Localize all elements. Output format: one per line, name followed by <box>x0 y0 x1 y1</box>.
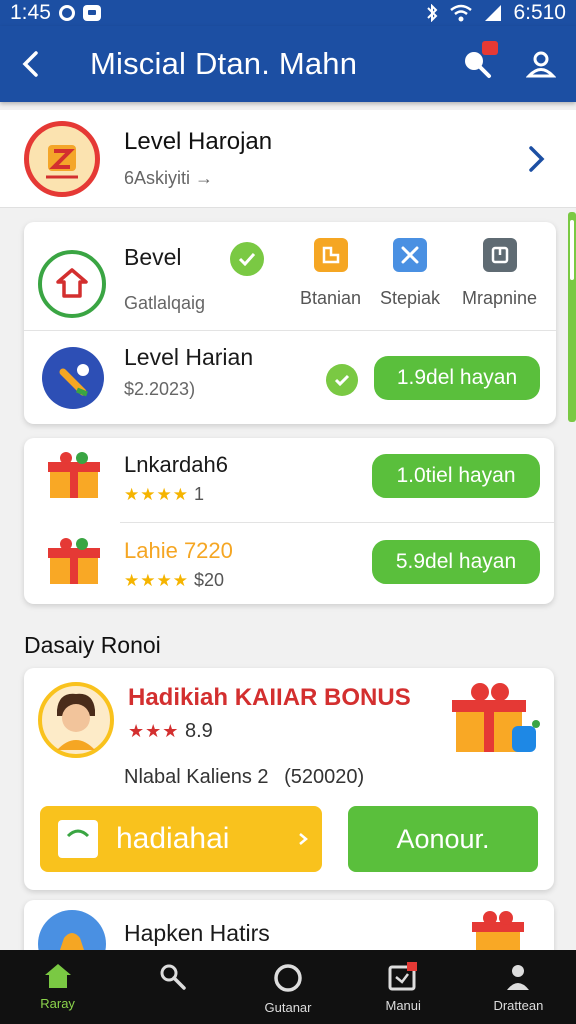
nav-item-home[interactable]: Raray <box>0 950 115 1024</box>
reward-rating: $20 <box>193 570 225 590</box>
bonus-card: Hadikiah KAIIAR BONUS ★★★ 8.9 Nlabal Kal… <box>24 668 554 890</box>
profile-button[interactable] <box>524 47 558 81</box>
back-button[interactable] <box>0 26 60 102</box>
header-title: Level Harojan <box>124 128 273 155</box>
person-icon <box>57 693 95 750</box>
bottom-navigation: Raray Gutanar Manui Drattean <box>0 950 576 1024</box>
status-right-time: 6:510 <box>513 1 566 24</box>
nav-label: Gutanar <box>264 1000 312 1015</box>
grid-icon <box>313 238 348 272</box>
sync-icon <box>58 5 75 21</box>
gift-card-icon <box>58 820 98 858</box>
avatar <box>38 682 114 758</box>
nav-item-profile[interactable]: Drattean <box>461 950 576 1024</box>
profile-icon <box>507 965 530 990</box>
announce-button[interactable]: Aonour. <box>348 806 538 872</box>
check-icon <box>230 242 264 276</box>
level-card: Bevel Gatlalqaig Btanian Stepiak Mrapnin… <box>24 222 556 424</box>
chevron-right-icon <box>299 833 308 845</box>
badge-subtitle: Gatlalqaig <box>124 293 206 313</box>
reward-title: Hapken Hatirs <box>124 920 270 946</box>
search-icon <box>160 964 186 990</box>
reward-rating: 1 <box>193 484 204 504</box>
message-icon <box>82 5 101 21</box>
claim-reward-button[interactable]: hadiahai <box>40 806 322 872</box>
nav-label: Drattean <box>493 998 544 1013</box>
tool-label: Btanian <box>300 288 362 308</box>
user-icon <box>526 51 556 78</box>
reward-list-card: Lnkardah6 ★★★★ 1 1.0tiel hayan Lahie 722… <box>24 438 554 604</box>
gift-icon <box>48 538 100 584</box>
reward-row[interactable]: Lnkardah6 ★★★★ 1 1.0tiel hayan <box>24 438 554 520</box>
house-icon <box>56 268 88 298</box>
divider <box>24 330 556 331</box>
circle-icon <box>274 964 302 992</box>
tools-icon <box>393 238 428 272</box>
chevron-right-icon <box>529 145 545 172</box>
reward-title: Lahie 7220 <box>124 538 233 563</box>
signal-icon <box>485 5 502 21</box>
app-bar: Miscial Dtan. Mahn <box>0 26 576 102</box>
star-rating-icon: ★★★★ <box>124 571 189 590</box>
wifi-icon <box>450 4 473 22</box>
bonus-meta-name: Nlabal Kaliens 2 <box>124 766 269 788</box>
task-title: Level Harian <box>124 344 254 370</box>
nav-label: Raray <box>40 996 75 1011</box>
task-subtitle: $2.2023) <box>124 379 196 399</box>
inbox-icon <box>388 962 418 991</box>
task-avatar <box>42 347 104 409</box>
reward-row[interactable]: Lahie 7220 ★★★★ $20 5.9del hayan <box>24 524 554 604</box>
tool-label: Mrapnine <box>462 288 538 308</box>
bluetooth-icon <box>427 4 438 22</box>
arrow-right-icon: → <box>195 168 214 188</box>
nav-item-gutanar[interactable]: Gutanar <box>230 950 345 1024</box>
house-badge <box>38 250 106 318</box>
nav-item-search[interactable] <box>115 950 230 1024</box>
star-rating-icon: ★★★ <box>128 721 180 741</box>
scroll-thumb[interactable] <box>570 220 574 280</box>
nav-item-manui[interactable]: Manui <box>346 950 461 1024</box>
divider <box>120 522 554 523</box>
status-bar: 1:45 6:510 <box>0 0 576 26</box>
status-time: 1:45 <box>10 1 51 24</box>
badge-title: Bevel <box>124 244 182 270</box>
level-header[interactable]: Level Harojan 6Askiyiti → <box>0 110 576 208</box>
bonus-title: Hadikiah KAIIAR BONUS <box>128 684 411 711</box>
task-action-button[interactable]: 1.9del hayan <box>374 356 540 400</box>
page-title: Miscial Dtan. Mahn <box>90 46 358 81</box>
tool-btanian[interactable]: Btanian <box>300 238 361 309</box>
gift-box-icon <box>452 683 540 752</box>
wand-icon <box>59 364 89 397</box>
bonus-rating: 8.9 <box>184 720 213 742</box>
claim-reward-label: hadiahai <box>116 822 230 855</box>
reward-title: Lnkardah6 <box>124 452 228 477</box>
search-button[interactable] <box>460 41 498 81</box>
task-row[interactable]: Level Harian $2.2023) 1.9del hayan <box>24 338 556 418</box>
header-subtitle: 6Askiyiti <box>124 168 191 188</box>
book-icon <box>482 238 517 272</box>
reward-action-button[interactable]: 1.0tiel hayan <box>372 454 540 498</box>
notification-badge <box>482 41 498 55</box>
home-icon <box>44 964 71 988</box>
tool-stepiak[interactable]: Stepiak <box>380 238 440 309</box>
star-rating-icon: ★★★★ <box>124 485 189 504</box>
nav-label: Manui <box>385 998 421 1013</box>
reward-action-button[interactable]: 5.9del hayan <box>372 540 540 584</box>
tool-mrapnine[interactable]: Mrapnine <box>462 238 537 309</box>
level-badge <box>24 120 100 197</box>
chevron-left-icon <box>22 51 38 77</box>
check-icon <box>326 364 358 396</box>
section-title: Dasaiy Ronoi <box>24 632 161 658</box>
trophy-icon <box>46 144 78 178</box>
gift-icon <box>48 452 100 498</box>
tool-label: Stepiak <box>380 288 441 308</box>
bonus-meta-value: (520020) <box>284 766 365 788</box>
